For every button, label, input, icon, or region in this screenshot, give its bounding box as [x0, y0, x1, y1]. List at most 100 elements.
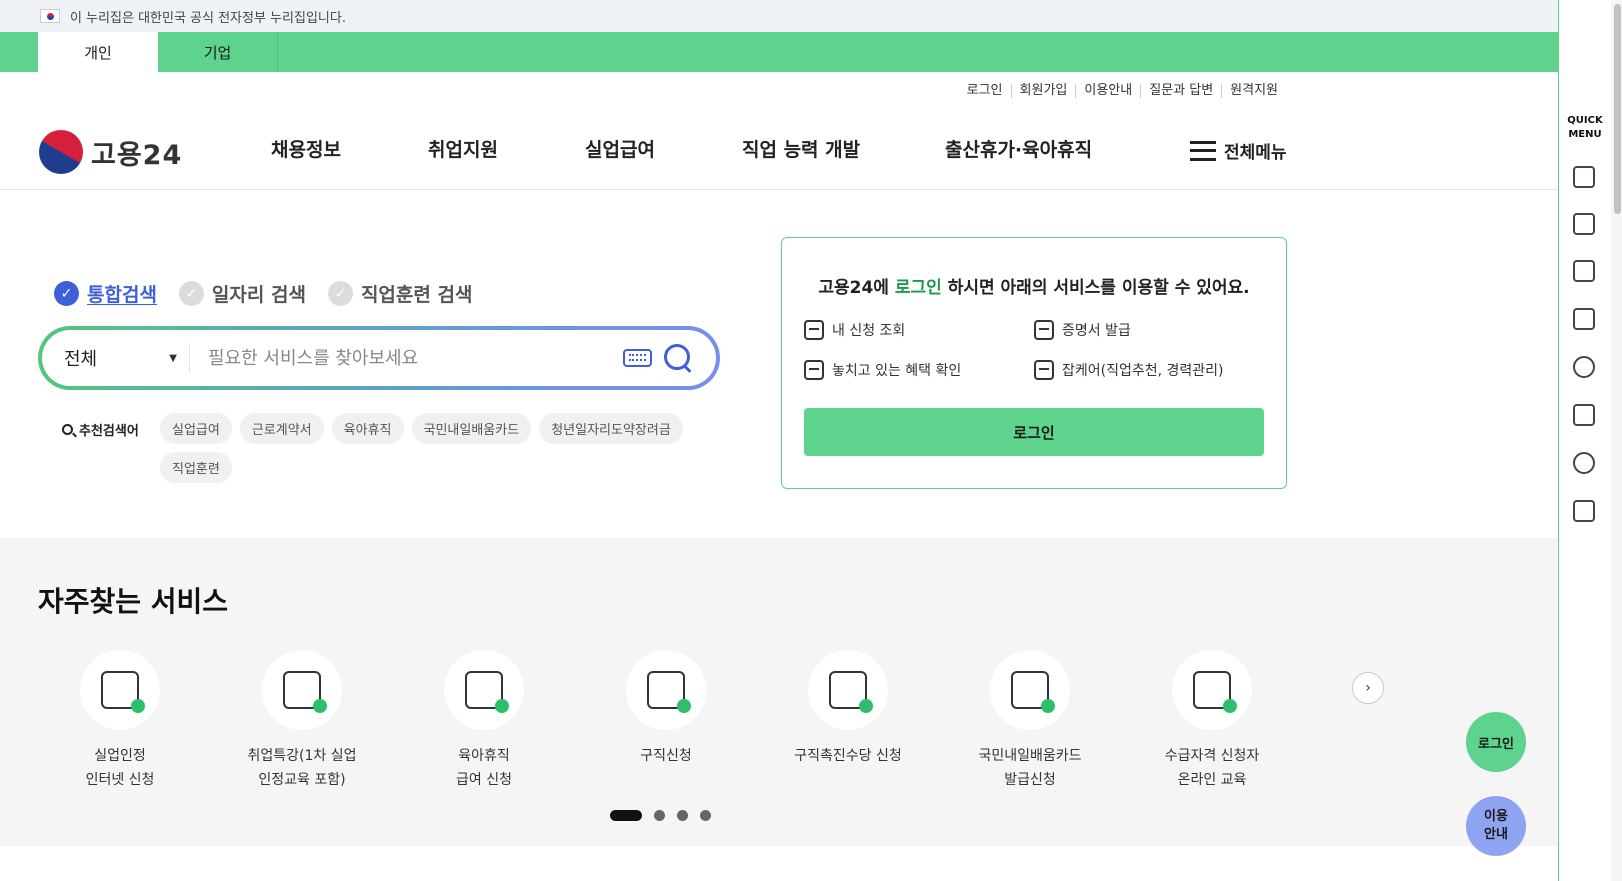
service-item-label: 실업인정 인터넷 신청	[85, 748, 155, 788]
service-item-label: 육아휴직 급여 신청	[456, 748, 512, 788]
checklist-icon	[804, 320, 824, 340]
smile-icon[interactable]	[1573, 356, 1595, 378]
money-bag-icon	[829, 671, 873, 713]
service-item-label: 구직촉진수당 신청	[794, 748, 902, 764]
service-label: 놓치고 있는 혜택 확인	[832, 363, 962, 379]
util-signup-link[interactable]: 회원가입	[1010, 84, 1076, 98]
check-icon: ✓	[178, 281, 204, 306]
service-certificate: 증명서 발급	[1034, 320, 1131, 340]
carousel-dot[interactable]	[700, 810, 711, 821]
service-item-learning-card[interactable]: 국민내일배움카드 발급신청	[940, 650, 1120, 792]
keyword-chip[interactable]: 직업훈련	[160, 452, 232, 483]
service-my-applications: 내 신청 조회	[804, 320, 905, 340]
login-panel-title: 고용24에 로그인 하시면 아래의 서비스를 이용할 수 있어요.	[782, 273, 1286, 298]
coin-icon[interactable]	[1573, 452, 1595, 474]
clipboard-clock-icon	[1034, 360, 1054, 380]
printer-icon[interactable]	[1573, 500, 1595, 522]
logo[interactable]: 고용24	[39, 130, 182, 174]
quick-menu-title: QUICK MENU	[1567, 115, 1603, 140]
floating-login-button[interactable]: 로그인	[1466, 712, 1526, 772]
caret-down-icon: ▼	[169, 352, 177, 364]
building-icon[interactable]	[1573, 166, 1595, 188]
presentation-board-icon	[283, 671, 327, 713]
util-guide-link[interactable]: 이용안내	[1075, 84, 1140, 98]
search-tabs: ✓ 통합검색 ✓ 일자리 검색 ✓ 직업훈련 검색	[54, 280, 494, 307]
nav-item-skill-development[interactable]: 직업 능력 개발	[742, 135, 860, 162]
search-category-select[interactable]: 전체 ▼	[64, 343, 190, 373]
monitor-play-icon	[1193, 671, 1237, 713]
service-jobcare: 잡케어(직업추천, 경력관리)	[1034, 360, 1224, 380]
util-qna-link[interactable]: 질문과 답변	[1140, 84, 1221, 98]
floating-guide-button[interactable]: 이용 안내	[1466, 796, 1526, 856]
keyword-chip[interactable]: 근로계약서	[239, 413, 324, 444]
util-remote-link[interactable]: 원격지원	[1221, 84, 1286, 98]
all-menu-button[interactable]: 전체메뉴	[1190, 138, 1287, 163]
document-icon	[804, 360, 824, 380]
search-icon	[62, 424, 73, 435]
keyboard-icon[interactable]	[623, 349, 652, 367]
keyword-chip[interactable]: 실업급여	[160, 413, 232, 444]
login-panel: 고용24에 로그인 하시면 아래의 서비스를 이용할 수 있어요. 내 신청 조…	[781, 237, 1287, 489]
carousel-dot[interactable]	[677, 810, 688, 821]
service-item-parental-leave-pay[interactable]: 육아휴직 급여 신청	[394, 650, 574, 792]
nav-item-jobs[interactable]: 채용정보	[271, 135, 341, 162]
calculator-icon[interactable]	[1573, 404, 1595, 426]
document-pen-icon	[101, 671, 145, 713]
check-icon: ✓	[54, 281, 79, 306]
carousel-dot[interactable]	[654, 810, 665, 821]
frequent-services-section: 자주찾는 서비스 실업인정 인터넷 신청 취업특강(1차 실업 인정교육 포함)…	[0, 538, 1558, 846]
search-box: 전체 ▼	[38, 326, 720, 390]
card-icon	[1011, 671, 1055, 713]
search-tab-jobs[interactable]: ✓ 일자리 검색	[178, 280, 306, 307]
gov-banner: 이 누리집은 대한민국 공식 전자정부 누리집입니다.	[0, 0, 1558, 32]
nav-item-employment-support[interactable]: 취업지원	[428, 135, 498, 162]
checklist-icon[interactable]	[1573, 308, 1595, 330]
recommend-label-text: 추천검색어	[79, 424, 139, 439]
header-divider	[0, 189, 1558, 190]
search-icon[interactable]	[662, 342, 694, 374]
login-button[interactable]: 로그인	[804, 408, 1264, 456]
recommend-keywords: 실업급여 근로계약서 육아휴직 국민내일배움카드 청년일자리도약장려금 직업훈련	[160, 413, 690, 483]
service-item-unemployment-recognition[interactable]: 실업인정 인터넷 신청	[30, 650, 210, 792]
login-title-highlight: 로그인	[894, 278, 942, 298]
service-item-label: 취업특강(1차 실업 인정교육 포함)	[247, 748, 357, 788]
search-tab-training[interactable]: ✓ 직업훈련 검색	[327, 280, 473, 307]
scrollbar-thumb[interactable]	[1614, 4, 1621, 214]
scrollbar[interactable]	[1611, 0, 1622, 881]
certificate-icon	[1034, 320, 1054, 340]
baby-bottle-won-icon	[465, 671, 509, 713]
login-title-prefix: 고용24에	[818, 278, 895, 298]
tab-business[interactable]: 기업	[158, 32, 278, 72]
keyword-chip[interactable]: 육아휴직	[331, 413, 404, 444]
service-item-employment-lecture[interactable]: 취업특강(1차 실업 인정교육 포함)	[212, 650, 392, 792]
keyword-chip[interactable]: 청년일자리도약장려금	[539, 413, 683, 444]
keyword-chip[interactable]: 국민내일배움카드	[411, 413, 532, 444]
carousel-dot[interactable]	[610, 810, 642, 821]
service-item-online-education[interactable]: 수급자격 신청자 온라인 교육	[1122, 650, 1302, 792]
nav-item-unemployment-benefit[interactable]: 실업급여	[585, 135, 655, 162]
chat-icon[interactable]	[1573, 213, 1595, 235]
recommend-label: 추천검색어	[62, 420, 139, 439]
section-title: 자주찾는 서비스	[38, 585, 229, 618]
util-links: 로그인 회원가입 이용안내 질문과 답변 원격지원	[959, 84, 1286, 98]
monitor-icon[interactable]	[1573, 260, 1595, 282]
service-item-label: 구직신청	[640, 748, 692, 764]
nav-item-parental-leave[interactable]: 출산휴가·육아휴직	[945, 135, 1092, 162]
logo-text: 고용24	[91, 139, 183, 171]
search-tab-integrated[interactable]: ✓ 통합검색	[54, 280, 157, 307]
search-category-value: 전체	[64, 349, 98, 370]
service-missed-benefits: 놓치고 있는 혜택 확인	[804, 360, 961, 380]
service-item-job-application[interactable]: 구직신청	[576, 650, 756, 768]
search-input[interactable]	[190, 347, 623, 369]
tab-personal[interactable]: 개인	[38, 32, 158, 72]
carousel-pagination	[610, 810, 711, 821]
search-tab-label: 직업훈련 검색	[360, 284, 473, 306]
search-tab-label: 일자리 검색	[211, 284, 306, 306]
login-title-suffix: 하시면 아래의 서비스를 이용할 수 있어요.	[941, 278, 1250, 298]
user-type-tabbar: 개인 기업	[0, 32, 1558, 72]
all-menu-label: 전체메뉴	[1224, 143, 1287, 163]
service-item-job-seeking-allowance[interactable]: 구직촉진수당 신청	[758, 650, 938, 768]
util-login-link[interactable]: 로그인	[959, 84, 1011, 98]
carousel-next-button[interactable]: ›	[1352, 672, 1384, 704]
check-icon: ✓	[327, 281, 353, 306]
